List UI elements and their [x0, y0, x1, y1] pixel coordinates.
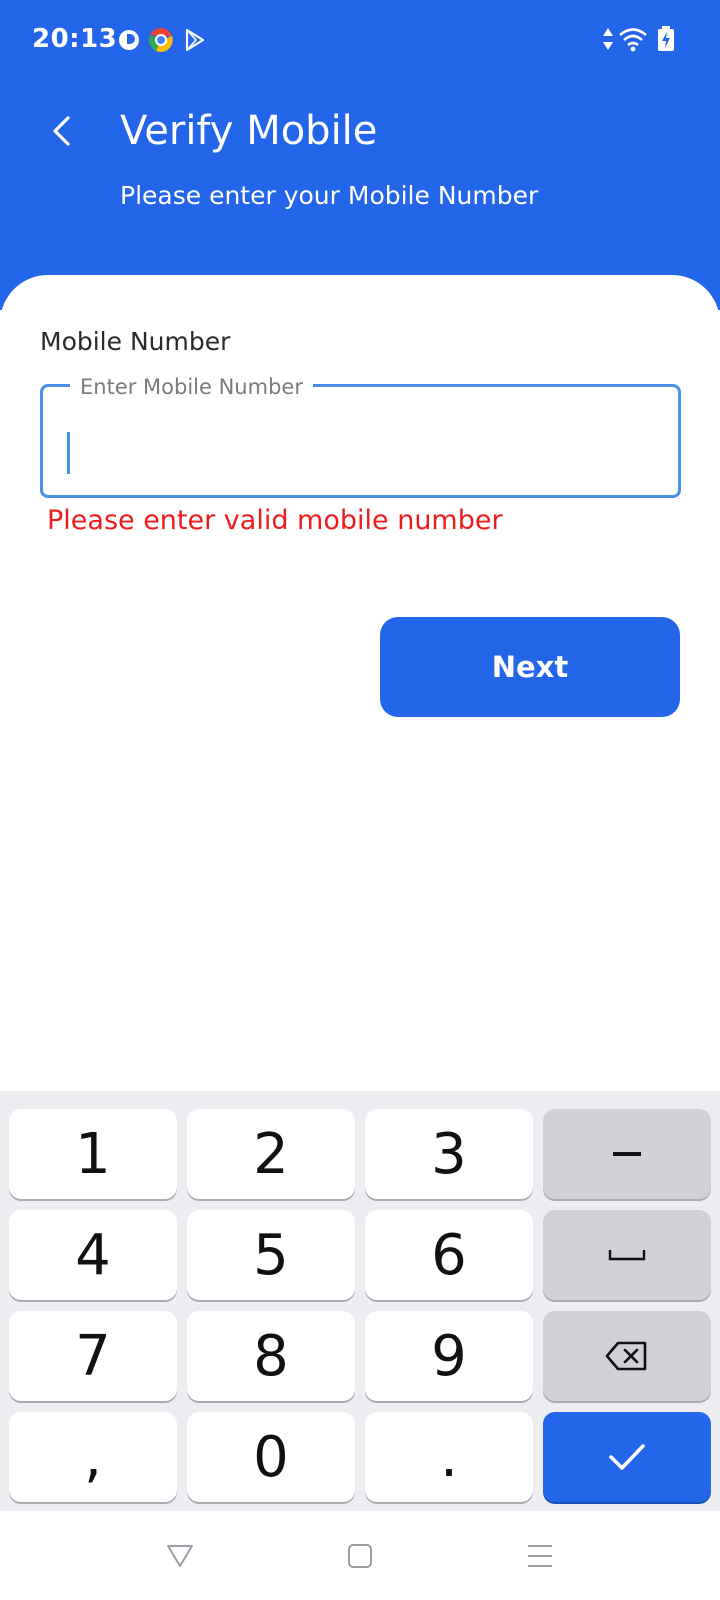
key-comma[interactable]: , — [9, 1412, 177, 1502]
nav-recents-button[interactable] — [515, 1531, 565, 1581]
next-button[interactable]: Next — [380, 617, 680, 717]
wifi-icon — [618, 26, 648, 57]
mobile-number-placeholder: Enter Mobile Number — [70, 375, 313, 399]
system-navigation-bar — [0, 1511, 720, 1600]
back-button[interactable] — [38, 108, 84, 154]
mobile-number-label: Mobile Number — [40, 327, 231, 356]
key-6[interactable]: 6 — [365, 1210, 533, 1300]
status-bar: 20:13 — [0, 0, 720, 80]
chrome-like-icon — [148, 27, 174, 53]
page-subtitle: Please enter your Mobile Number — [120, 181, 539, 210]
minus-icon — [613, 1152, 641, 1156]
data-arrows-icon — [601, 26, 615, 57]
key-8[interactable]: 8 — [187, 1311, 355, 1401]
checkmark-icon — [609, 1444, 645, 1470]
key-7[interactable]: 7 — [9, 1311, 177, 1401]
space-icon — [608, 1250, 646, 1261]
nav-home-button[interactable] — [335, 1531, 385, 1581]
key-period[interactable]: . — [365, 1412, 533, 1502]
page-title: Verify Mobile — [120, 108, 378, 154]
battery-charging-icon — [657, 26, 675, 57]
key-0[interactable]: 0 — [187, 1412, 355, 1502]
key-backspace[interactable] — [543, 1311, 711, 1401]
text-cursor — [67, 432, 70, 474]
recents-menu-icon — [528, 1545, 552, 1567]
key-4[interactable]: 4 — [9, 1210, 177, 1300]
key-1[interactable]: 1 — [9, 1109, 177, 1199]
mobile-number-input[interactable] — [40, 384, 681, 498]
status-time: 20:13 — [32, 24, 118, 54]
nav-back-button[interactable] — [155, 1531, 205, 1581]
back-triangle-icon — [167, 1545, 193, 1567]
chevron-left-icon — [53, 116, 70, 146]
key-9[interactable]: 9 — [365, 1311, 533, 1401]
backspace-icon — [605, 1341, 647, 1371]
play-store-icon — [182, 27, 208, 53]
key-space[interactable] — [543, 1210, 711, 1300]
home-square-icon — [348, 1544, 372, 1568]
numeric-keyboard: 1 2 3 4 5 6 7 8 9 , 0 . — [0, 1091, 720, 1511]
key-minus[interactable] — [543, 1109, 711, 1199]
notification-app-icon — [116, 27, 142, 53]
key-3[interactable]: 3 — [365, 1109, 533, 1199]
key-5[interactable]: 5 — [187, 1210, 355, 1300]
key-2[interactable]: 2 — [187, 1109, 355, 1199]
error-message: Please enter valid mobile number — [47, 505, 503, 536]
key-done[interactable] — [543, 1412, 711, 1502]
